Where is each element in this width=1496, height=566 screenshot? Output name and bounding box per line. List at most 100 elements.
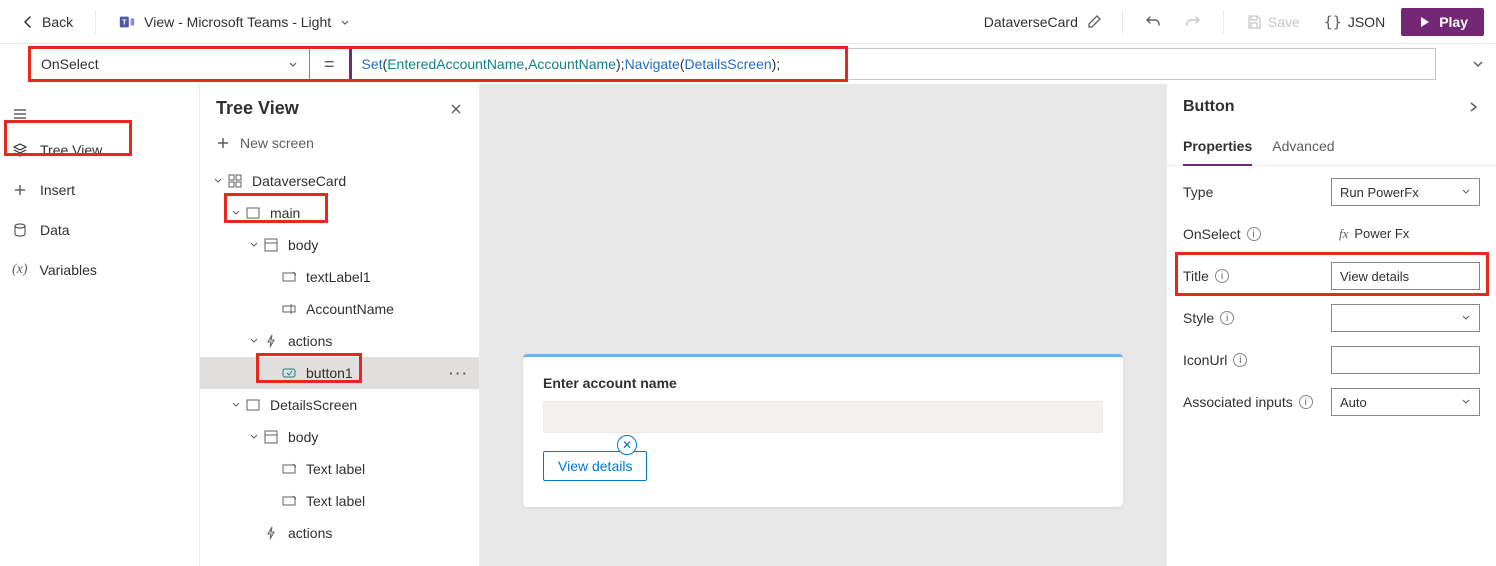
save-button: Save — [1238, 10, 1308, 34]
prop-row-iconurl: IconUrli — [1183, 346, 1480, 374]
screen-icon — [246, 398, 260, 412]
chevron-down-icon — [249, 240, 259, 250]
tree-node-button1[interactable]: button1 ··· — [200, 357, 479, 389]
prop-body: Type Run PowerFx OnSelecti fxPower Fx Ti… — [1167, 166, 1496, 428]
prop-label: Style — [1183, 310, 1214, 326]
theme-selector[interactable]: T View - Microsoft Teams - Light — [110, 9, 359, 35]
card-text-input[interactable] — [543, 401, 1103, 433]
hamburger-icon — [12, 106, 28, 122]
token: ); — [772, 56, 781, 72]
info-icon[interactable]: i — [1215, 269, 1229, 283]
more-icon[interactable]: ··· — [449, 365, 469, 381]
tree-label: AccountName — [306, 301, 394, 317]
tree-panel: Tree View New screen DataverseCard main … — [200, 84, 480, 566]
json-button[interactable]: {} JSON — [1316, 9, 1393, 35]
new-screen-button[interactable]: New screen — [200, 127, 479, 159]
back-label: Back — [42, 14, 73, 30]
view-details-button[interactable]: View details — [543, 451, 647, 481]
tree-label: main — [270, 205, 300, 221]
prop-type-select[interactable]: Run PowerFx — [1331, 178, 1480, 206]
tree-node-textlabel1[interactable]: textLabel1 — [200, 261, 479, 293]
info-icon[interactable]: i — [1233, 353, 1247, 367]
property-name: OnSelect — [41, 56, 99, 72]
tree-node-main[interactable]: main — [200, 197, 479, 229]
tree-title: Tree View — [216, 98, 299, 119]
save-icon — [1246, 14, 1262, 30]
tree-node-actions2[interactable]: actions — [200, 517, 479, 549]
prop-row-onselect: OnSelecti fxPower Fx — [1183, 220, 1480, 248]
undo-button[interactable] — [1137, 6, 1169, 38]
prop-style-select[interactable] — [1331, 304, 1480, 332]
tree-node-accountname[interactable]: AccountName — [200, 293, 479, 325]
close-icon[interactable] — [449, 102, 463, 116]
tree-label: body — [288, 429, 318, 445]
tab-advanced[interactable]: Advanced — [1272, 130, 1334, 165]
tree-node-actions[interactable]: actions — [200, 325, 479, 357]
info-icon[interactable]: i — [1220, 311, 1234, 325]
prop-value: Power Fx — [1354, 226, 1409, 241]
prop-iconurl-input[interactable] — [1331, 346, 1480, 374]
expand-formula-button[interactable] — [1470, 56, 1486, 72]
tab-label: Properties — [1183, 138, 1252, 154]
textlabel-icon — [282, 494, 296, 508]
button-label: View details — [558, 458, 632, 474]
play-button[interactable]: Play — [1401, 8, 1484, 36]
save-label: Save — [1268, 14, 1300, 30]
tree-label: Text label — [306, 461, 365, 477]
chevron-down-icon — [287, 58, 299, 70]
braces-icon: {} — [1324, 13, 1342, 31]
prop-title-input[interactable]: View details — [1331, 262, 1480, 290]
error-badge-icon[interactable]: ✕ — [617, 435, 637, 455]
token-id: AccountName — [528, 56, 616, 72]
info-icon[interactable]: i — [1299, 395, 1313, 409]
chevron-down-icon — [231, 400, 241, 410]
back-button[interactable]: Back — [12, 10, 81, 34]
tree-label: button1 — [306, 365, 353, 381]
chevron-down-icon — [1461, 397, 1471, 407]
chevron-down-icon — [339, 16, 351, 28]
teams-icon: T — [118, 13, 136, 31]
tree-node-detailsscreen[interactable]: DetailsScreen — [200, 389, 479, 421]
tree-node-root[interactable]: DataverseCard — [200, 165, 479, 197]
tab-properties[interactable]: Properties — [1183, 130, 1252, 166]
token-fn: Set — [362, 56, 383, 72]
property-selector[interactable]: OnSelect — [30, 48, 310, 80]
undo-icon — [1144, 13, 1162, 31]
divider — [95, 10, 96, 34]
prop-label: Title — [1183, 268, 1209, 284]
prop-onselect-value[interactable]: fxPower Fx — [1331, 220, 1480, 248]
chevron-down-icon — [231, 208, 241, 218]
rail-label: Data — [40, 222, 70, 238]
prop-panel-title: Button — [1183, 98, 1235, 116]
canvas[interactable]: Enter account name ✕ View details — [480, 84, 1166, 566]
equals-icon: = — [320, 54, 339, 75]
info-icon[interactable]: i — [1247, 227, 1261, 241]
tree-node-textlabel-b[interactable]: Text label — [200, 485, 479, 517]
card-preview[interactable]: Enter account name ✕ View details — [523, 354, 1123, 507]
tree-node-body2[interactable]: body — [200, 421, 479, 453]
rail-variables[interactable]: (x) Variables — [0, 250, 199, 290]
textinput-icon — [282, 302, 296, 316]
tree-list: DataverseCard main body textLabel1 Accou — [200, 159, 479, 566]
formula-input[interactable]: Set(EnteredAccountName, AccountName); Na… — [349, 48, 1436, 80]
chevron-right-icon[interactable] — [1466, 100, 1480, 114]
token-id: EnteredAccountName — [387, 56, 524, 72]
divider — [1223, 10, 1224, 34]
play-label: Play — [1439, 14, 1468, 30]
edit-icon[interactable] — [1086, 14, 1102, 30]
chevron-down-icon — [213, 176, 223, 186]
prop-assoc-select[interactable]: Auto — [1331, 388, 1480, 416]
rail-data[interactable]: Data — [0, 210, 199, 250]
prop-value: Run PowerFx — [1340, 185, 1419, 200]
rail-label: Insert — [40, 182, 75, 198]
main-layout: Tree View Insert Data (x) Variables Tree… — [0, 84, 1496, 566]
top-command-bar: Back T View - Microsoft Teams - Light Da… — [0, 0, 1496, 44]
rail-hamburger[interactable] — [0, 98, 199, 130]
tree-node-body[interactable]: body — [200, 229, 479, 261]
prop-row-associated: Associated inputsi Auto — [1183, 388, 1480, 416]
divider — [1122, 10, 1123, 34]
rail-insert[interactable]: Insert — [0, 170, 199, 210]
rail-tree-view[interactable]: Tree View — [0, 130, 199, 170]
tree-node-textlabel-a[interactable]: Text label — [200, 453, 479, 485]
rail-label: Variables — [40, 262, 97, 278]
